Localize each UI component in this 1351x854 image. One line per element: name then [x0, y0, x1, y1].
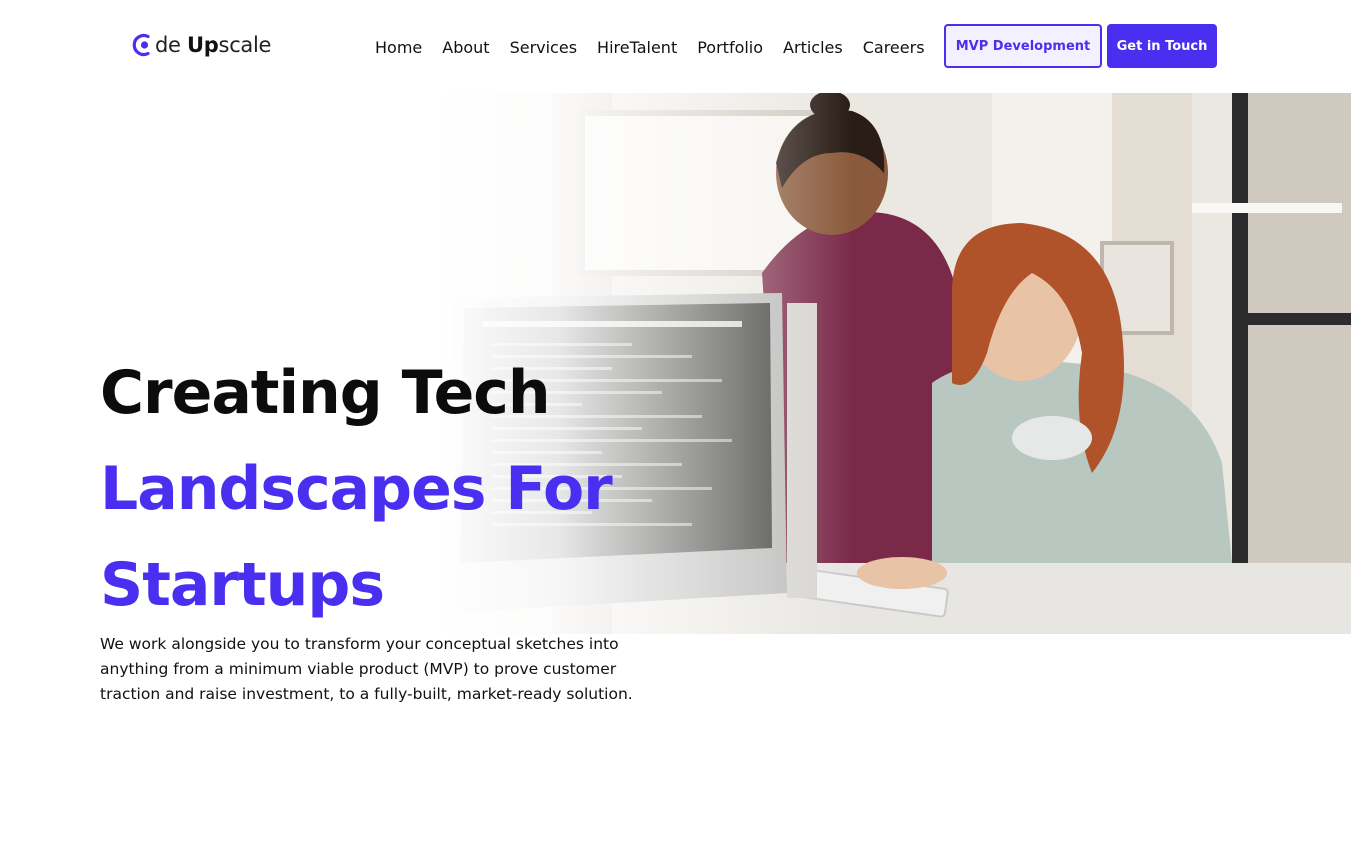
- nav-services[interactable]: Services: [510, 38, 577, 57]
- logo-c-icon: [132, 32, 154, 58]
- nav-articles[interactable]: Articles: [783, 38, 843, 57]
- nav-careers[interactable]: Careers: [863, 38, 925, 57]
- headline-line-2: Landscapes For: [100, 454, 613, 524]
- nav-home[interactable]: Home: [375, 38, 422, 57]
- hero-headline: Creating Tech Landscapes For Startups: [100, 345, 720, 633]
- headline-line-1: Creating Tech: [100, 358, 551, 428]
- brand-logo[interactable]: de Upscale: [132, 30, 271, 60]
- nav-portfolio[interactable]: Portfolio: [697, 38, 763, 57]
- landing-page: de Upscale Home About Services HireTalen…: [0, 0, 1351, 854]
- logo-prefix: de: [155, 33, 181, 57]
- hero-description: We work alongside you to transform your …: [100, 635, 633, 703]
- site-header: de Upscale Home About Services HireTalen…: [0, 0, 1351, 93]
- get-in-touch-button[interactable]: Get in Touch: [1107, 24, 1217, 68]
- main-nav: Home About Services HireTalent Portfolio…: [375, 35, 925, 59]
- headline-line-3: Startups: [100, 550, 385, 620]
- nav-hiretalent[interactable]: HireTalent: [597, 38, 677, 57]
- logo-suffix: scale: [218, 33, 272, 57]
- mvp-development-button[interactable]: MVP Development: [944, 24, 1102, 68]
- nav-about[interactable]: About: [442, 38, 489, 57]
- logo-text: de Upscale: [155, 32, 271, 58]
- logo-bold: Up: [187, 33, 219, 57]
